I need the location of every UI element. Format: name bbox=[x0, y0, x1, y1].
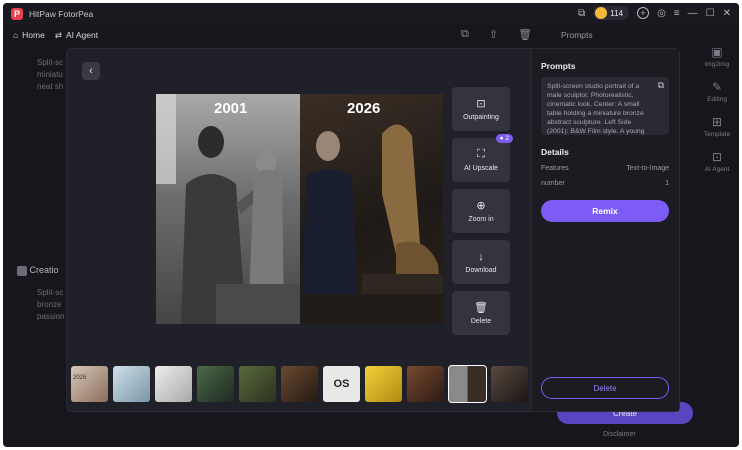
thumbnail[interactable] bbox=[113, 366, 150, 402]
thumbnail[interactable]: 2026 bbox=[71, 366, 108, 402]
detail-number: number 1 bbox=[541, 180, 669, 187]
thumbnail[interactable] bbox=[407, 366, 444, 402]
thumbnail[interactable] bbox=[281, 366, 318, 402]
credits-badge[interactable]: 114 bbox=[593, 6, 630, 20]
delete-button[interactable]: Delete bbox=[541, 377, 669, 399]
thumbnail[interactable] bbox=[365, 366, 402, 402]
download-button[interactable]: ↓ Download bbox=[452, 240, 510, 284]
trash-icon[interactable]: 🗑 bbox=[518, 28, 532, 41]
nav-home-label: Home bbox=[22, 30, 45, 40]
sidebar-item-ai-agent[interactable]: ⊡ AI Agent bbox=[695, 150, 739, 173]
sidebar-item-editing[interactable]: ✎ Editing bbox=[695, 80, 739, 103]
detail-features: Features Text-to-Image bbox=[541, 165, 669, 172]
sculptor-older-illustration bbox=[290, 124, 443, 324]
account-icon[interactable]: ◎ bbox=[657, 8, 666, 19]
preview-image[interactable]: 2001 2026 bbox=[156, 94, 443, 324]
image-preview-modal: ‹ 2001 2026 ⊡ Outpainting ● 2 ⛶ AI Upsca… bbox=[67, 49, 679, 411]
app-window: P HitPaw FotorPea ⧉ 114 + ◎ ≡ — ☐ ✕ ⌂ Ho… bbox=[3, 3, 739, 447]
app-logo-icon: P bbox=[11, 8, 23, 20]
grid-icon: ⊞ bbox=[711, 115, 723, 129]
prompt-text: Split-screen studio portrait of a male s… bbox=[547, 83, 645, 135]
sidebar-item-template[interactable]: ⊞ Template bbox=[695, 115, 739, 138]
upscale-icon: ⛶ bbox=[477, 148, 485, 160]
maximize-icon[interactable]: ☐ bbox=[706, 8, 715, 19]
thumbnail[interactable] bbox=[239, 366, 276, 402]
sculptor-young-illustration bbox=[156, 94, 300, 324]
menu-icon[interactable]: ≡ bbox=[674, 8, 680, 19]
disclaimer-link[interactable]: Disclaimer bbox=[603, 431, 636, 438]
trash-icon: 🗑 bbox=[474, 302, 488, 314]
close-icon[interactable]: ✕ bbox=[723, 8, 731, 19]
upscale-badge: ● 2 bbox=[495, 134, 513, 143]
creation-icon bbox=[17, 265, 27, 276]
right-sidebar: ▣ img2img ✎ Editing ⊞ Template ⊡ AI Agen… bbox=[695, 45, 739, 185]
remix-button[interactable]: Remix bbox=[541, 200, 669, 222]
delete-tool-button[interactable]: 🗑 Delete bbox=[452, 291, 510, 335]
thumbnail[interactable] bbox=[491, 366, 528, 402]
thumbnail[interactable] bbox=[155, 366, 192, 402]
minimize-icon[interactable]: — bbox=[688, 8, 698, 19]
prompts-title: Prompts bbox=[541, 61, 576, 71]
image-left-half bbox=[156, 94, 300, 324]
image-tools: ⊡ Outpainting ● 2 ⛶ AI Upscale ⊕ Zoom in… bbox=[452, 87, 513, 342]
app-title: HitPaw FotorPea bbox=[29, 9, 94, 19]
image-icon: ▣ bbox=[711, 45, 723, 59]
zoom-in-icon: ⊕ bbox=[476, 200, 486, 212]
image-right-half bbox=[290, 94, 443, 324]
nav-bar: ⌂ Home ⇄ AI Agent ⧉ ⇧ 🗑 Prompts bbox=[3, 25, 739, 45]
upload-icon[interactable]: ⇧ bbox=[489, 28, 498, 41]
details-panel: Prompts Split-screen studio portrait of … bbox=[531, 49, 679, 411]
download-icon: ↓ bbox=[478, 250, 484, 263]
sidebar-item-img2img[interactable]: ▣ img2img bbox=[695, 45, 739, 68]
add-credits-icon[interactable]: + bbox=[637, 7, 650, 19]
copy-icon[interactable]: ⧉ bbox=[658, 81, 664, 90]
title-bar: P HitPaw FotorPea ⧉ 114 + ◎ ≡ — ☐ ✕ bbox=[3, 3, 739, 25]
agent-icon: ⇄ bbox=[54, 29, 62, 40]
year-label-right: 2026 bbox=[347, 100, 381, 117]
nav-home[interactable]: ⌂ Home bbox=[13, 30, 45, 40]
title-bar-actions: ⧉ 114 + ◎ ≡ — ☐ ✕ bbox=[578, 6, 731, 20]
year-label-left: 2001 bbox=[214, 100, 248, 117]
agent-icon: ⊡ bbox=[711, 150, 723, 164]
nav-ai-agent[interactable]: ⇄ AI Agent bbox=[55, 30, 98, 41]
outpainting-button[interactable]: ⊡ Outpainting bbox=[452, 87, 510, 131]
prompt-box: Split-screen studio portrait of a male s… bbox=[541, 77, 669, 135]
credits-count: 114 bbox=[610, 8, 624, 18]
coin-icon bbox=[595, 7, 608, 19]
back-button[interactable]: ‹ bbox=[82, 62, 100, 80]
toolbar-icons: ⧉ ⇧ 🗑 bbox=[461, 28, 532, 41]
thumbnail[interactable] bbox=[197, 366, 234, 402]
thumbnail-selected[interactable] bbox=[448, 365, 487, 403]
compare-icon[interactable]: ⧉ bbox=[461, 28, 469, 41]
edit-icon: ✎ bbox=[711, 80, 723, 94]
outpainting-icon: ⊡ bbox=[476, 98, 486, 110]
zoom-in-button[interactable]: ⊕ Zoom in bbox=[452, 189, 510, 233]
device-icon[interactable]: ⧉ bbox=[578, 8, 585, 19]
home-icon: ⌂ bbox=[13, 30, 19, 40]
background-prompt-snippet-2: Split-sc bronze passion bbox=[37, 288, 65, 321]
chevron-left-icon: ‹ bbox=[89, 65, 93, 77]
prompts-header: Prompts bbox=[561, 30, 593, 40]
background-creation-label: Creatio bbox=[17, 265, 59, 276]
background-prompt-snippet: Split-sc miniatu neat sh bbox=[37, 58, 64, 91]
nav-ai-agent-label: AI Agent bbox=[65, 30, 99, 40]
thumbnail-strip: 2026 OS bbox=[71, 365, 531, 403]
thumbnail[interactable]: OS bbox=[323, 366, 360, 402]
details-title: Details bbox=[541, 147, 569, 157]
ai-upscale-button[interactable]: ● 2 ⛶ AI Upscale bbox=[452, 134, 513, 182]
